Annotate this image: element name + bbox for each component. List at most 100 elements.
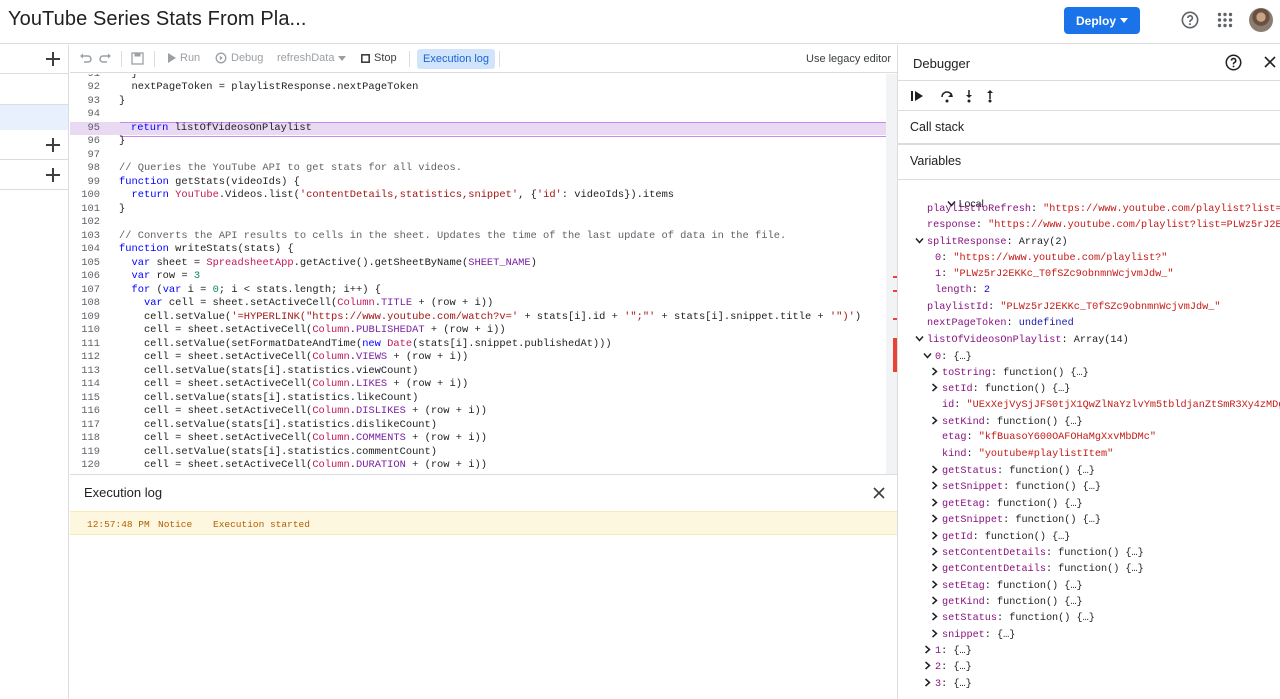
variable-row[interactable]: 2: {…} <box>923 661 972 677</box>
variable-row[interactable]: 3: {…} <box>923 678 972 694</box>
line-number[interactable]: 102 <box>70 216 100 228</box>
rail-item[interactable] <box>0 74 68 105</box>
code-line[interactable]: 99 function getStats(videoIds) { <box>70 176 897 190</box>
variable-row[interactable]: snippet: {…} <box>930 629 1015 645</box>
code-line[interactable]: 117 cell.setValue(stats[i].statistics.di… <box>70 419 897 433</box>
use-legacy-editor-link[interactable]: Use legacy editor <box>806 53 891 65</box>
variable-row[interactable]: getKind: function() {…} <box>930 596 1083 612</box>
variable-row[interactable]: setKind: function() {…} <box>930 416 1083 432</box>
debug-button[interactable]: Debug <box>215 52 263 64</box>
local-scope[interactable]: Local <box>910 187 984 210</box>
apps-grid-icon[interactable] <box>1217 12 1233 28</box>
code-line[interactable]: 109 cell.setValue('=HYPERLINK("https://w… <box>70 311 897 325</box>
code-line[interactable]: 91 } <box>70 74 897 81</box>
line-number[interactable]: 113 <box>70 365 100 377</box>
code-line[interactable]: 104 function writeStats(stats) { <box>70 243 897 257</box>
resume-icon[interactable] <box>910 89 924 103</box>
code-line[interactable]: 92 nextPageToken = playlistResponse.next… <box>70 81 897 95</box>
code-line[interactable]: 119 cell.setValue(stats[i].statistics.co… <box>70 446 897 460</box>
step-out-icon[interactable] <box>983 89 997 103</box>
code-line[interactable]: 97 <box>70 149 897 163</box>
line-number[interactable]: 94 <box>70 108 100 120</box>
line-number[interactable]: 106 <box>70 270 100 282</box>
line-number[interactable]: 111 <box>70 338 100 350</box>
line-number[interactable]: 103 <box>70 230 100 242</box>
rail-item-selected[interactable] <box>0 105 68 130</box>
variable-row[interactable]: listOfVideosOnPlaylist: Array(14) <box>915 334 1129 350</box>
code-line[interactable]: 103 // Converts the API results to cells … <box>70 230 897 244</box>
code-line[interactable]: 113 cell.setValue(stats[i].statistics.vi… <box>70 365 897 379</box>
add-library-icon[interactable] <box>46 138 60 152</box>
line-number[interactable]: 109 <box>70 311 100 323</box>
code-line[interactable]: 107 for (var i = 0; i < stats.length; i+… <box>70 284 897 298</box>
variable-row[interactable]: splitResponse: Array(2) <box>915 236 1068 252</box>
stop-button[interactable]: Stop <box>361 52 397 64</box>
variable-row[interactable]: getSnippet: function() {…} <box>930 514 1101 530</box>
line-number[interactable]: 92 <box>70 81 100 93</box>
line-number[interactable]: 98 <box>70 162 100 174</box>
run-button[interactable]: Run <box>168 52 200 64</box>
code-line[interactable]: 100 return YouTube.Videos.list('contentD… <box>70 189 897 203</box>
line-number[interactable]: 100 <box>70 189 100 201</box>
line-number[interactable]: 116 <box>70 405 100 417</box>
project-title[interactable]: YouTube Series Stats From Pla... <box>8 8 307 31</box>
line-number[interactable]: 93 <box>70 95 100 107</box>
line-number[interactable]: 112 <box>70 351 100 363</box>
help-icon[interactable] <box>1225 54 1242 71</box>
line-number[interactable]: 101 <box>70 203 100 215</box>
variable-row[interactable]: setSnippet: function() {…} <box>930 481 1101 497</box>
code-line[interactable]: 93} <box>70 95 897 109</box>
variable-row[interactable]: setContentDetails: function() {…} <box>930 547 1144 563</box>
line-number[interactable]: 119 <box>70 446 100 458</box>
code-line[interactable]: 96} <box>70 135 897 149</box>
call-stack-section[interactable]: Call stack <box>898 111 1280 144</box>
variable-row[interactable]: setStatus: function() {…} <box>930 612 1095 628</box>
code-line[interactable]: 110 cell = sheet.setActiveCell(Column.PU… <box>70 324 897 338</box>
code-line[interactable]: 111 cell.setValue(setFormatDateAndTime(n… <box>70 338 897 352</box>
line-number[interactable]: 120 <box>70 459 100 471</box>
variable-row[interactable]: getEtag: function() {…} <box>930 498 1083 514</box>
add-file-icon[interactable] <box>46 52 60 66</box>
function-select[interactable]: refreshData <box>277 52 347 64</box>
account-avatar[interactable] <box>1249 8 1273 32</box>
deploy-button[interactable]: Deploy <box>1064 7 1140 34</box>
line-number[interactable]: 99 <box>70 176 100 188</box>
add-service-icon[interactable] <box>46 168 60 182</box>
line-number[interactable]: 97 <box>70 149 100 161</box>
line-number[interactable]: 110 <box>70 324 100 336</box>
close-icon[interactable] <box>1264 56 1276 68</box>
code-line[interactable]: 98 // Queries the YouTube API to get stat… <box>70 162 897 176</box>
variable-row[interactable]: setId: function() {…} <box>930 383 1070 399</box>
code-line[interactable]: 118 cell = sheet.setActiveCell(Column.CO… <box>70 432 897 446</box>
variables-section[interactable]: Variables <box>898 144 1280 180</box>
code-line[interactable]: 94 <box>70 108 897 122</box>
help-icon[interactable] <box>1181 11 1199 29</box>
close-icon[interactable] <box>873 487 885 499</box>
line-number[interactable]: 117 <box>70 419 100 431</box>
line-number[interactable]: 114 <box>70 378 100 390</box>
code-editor[interactable]: 91 }92 nextPageToken = playlistResponse.… <box>70 74 897 474</box>
line-number[interactable]: 108 <box>70 297 100 309</box>
code-line[interactable]: 101} <box>70 203 897 217</box>
variable-row[interactable]: 0: {…} <box>923 351 972 367</box>
variable-row[interactable]: toString: function() {…} <box>930 367 1089 383</box>
code-line[interactable]: 105 var sheet = SpreadsheetApp.getActive… <box>70 257 897 271</box>
redo-icon[interactable] <box>99 53 112 65</box>
variable-row[interactable]: getStatus: function() {…} <box>930 465 1095 481</box>
step-into-icon[interactable] <box>962 89 976 103</box>
line-number[interactable]: 107 <box>70 284 100 296</box>
code-line[interactable]: 115 cell.setValue(stats[i].statistics.li… <box>70 392 897 406</box>
undo-icon[interactable] <box>79 53 92 65</box>
line-number[interactable]: 105 <box>70 257 100 269</box>
variable-row[interactable]: getId: function() {…} <box>930 530 1070 547</box>
code-line[interactable]: 112 cell = sheet.setActiveCell(Column.VI… <box>70 351 897 365</box>
code-line-paused[interactable]: 95 return listOfVideosOnPlaylist <box>70 121 897 137</box>
line-number[interactable]: 96 <box>70 135 100 147</box>
variable-row[interactable]: getContentDetails: function() {…} <box>930 563 1144 579</box>
line-number[interactable]: 118 <box>70 432 100 444</box>
variable-row[interactable]: setEtag: function() {…} <box>930 579 1083 596</box>
step-over-icon[interactable] <box>940 89 954 103</box>
code-line[interactable]: 106 var row = 3 <box>70 270 897 284</box>
line-number[interactable]: 95 <box>70 122 100 134</box>
execution-log-toggle[interactable]: Execution log <box>417 49 496 69</box>
